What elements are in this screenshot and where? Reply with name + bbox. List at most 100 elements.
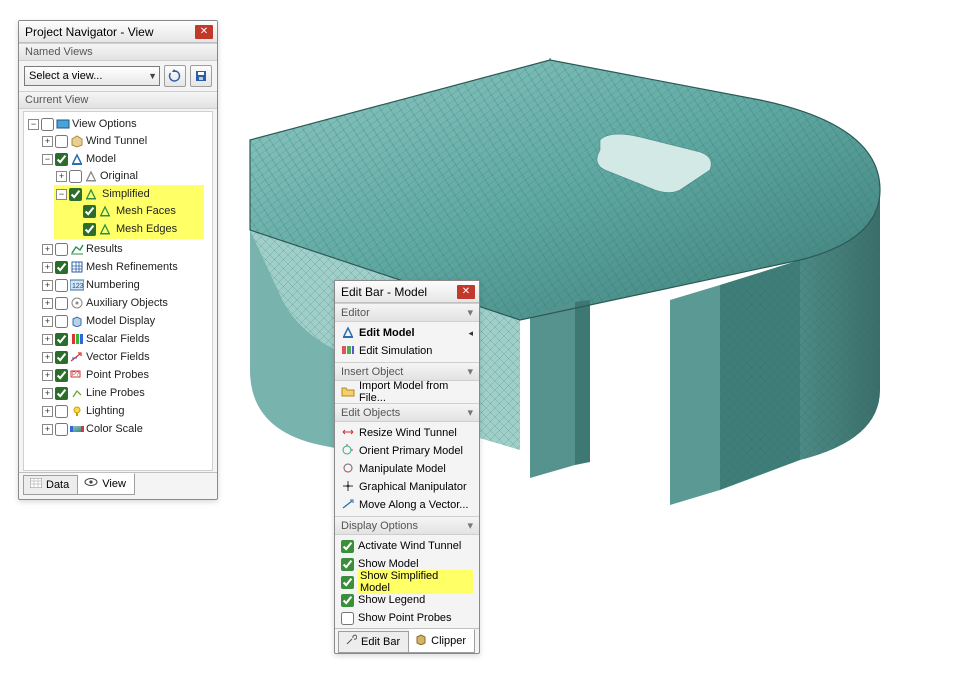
resize-wind-tunnel-item[interactable]: Resize Wind Tunnel [335, 424, 479, 442]
expander-icon[interactable]: + [42, 352, 53, 363]
item-label: Edit Simulation [359, 345, 432, 357]
editbar-titlebar[interactable]: Edit Bar - Model ✕ [335, 281, 479, 303]
point-probes-checkbox[interactable] [55, 369, 68, 382]
show-simplified-checkbox[interactable] [341, 576, 354, 589]
tab-label: Clipper [431, 635, 466, 647]
insert-header: Insert Object ▾ [335, 362, 479, 381]
orient-model-item[interactable]: Orient Primary Model [335, 442, 479, 460]
model-sub-icon [84, 187, 98, 201]
display-options-header: Display Options ▾ [335, 516, 479, 535]
close-icon[interactable]: ✕ [195, 25, 213, 39]
graphical-manipulator-item[interactable]: Graphical Manipulator [335, 478, 479, 496]
wind-tunnel-checkbox[interactable] [55, 135, 68, 148]
scalar-checkbox[interactable] [55, 333, 68, 346]
tools-icon [345, 634, 357, 649]
tab-label: Edit Bar [361, 636, 400, 648]
import-model-item[interactable]: Import Model from File... [335, 383, 479, 401]
expander-icon[interactable]: − [42, 154, 53, 165]
view-tree[interactable]: − View Options + Wind Tunnel [24, 115, 212, 439]
mesh-icon [98, 204, 112, 218]
manipulate-model-item[interactable]: Manipulate Model [335, 460, 479, 478]
show-model-checkbox[interactable] [341, 558, 354, 571]
simplified-checkbox[interactable] [69, 188, 82, 201]
color-scale-icon [70, 422, 84, 436]
expander-icon[interactable]: + [42, 280, 53, 291]
chevron-down-icon[interactable]: ▾ [467, 365, 473, 378]
line-probes-checkbox[interactable] [55, 387, 68, 400]
expander-icon[interactable]: + [42, 298, 53, 309]
mesh-edges-checkbox[interactable] [83, 223, 96, 236]
navigator-title: Project Navigator - View [25, 21, 154, 43]
show-simplified-model-item[interactable]: Show Simplified Model [335, 573, 479, 591]
expander-icon[interactable]: − [56, 189, 67, 200]
tree-label: View Options [72, 118, 137, 130]
expander-icon[interactable]: + [42, 424, 53, 435]
mesh-refine-checkbox[interactable] [55, 261, 68, 274]
expander-icon[interactable]: + [42, 388, 53, 399]
navigator-titlebar[interactable]: Project Navigator - View ✕ [19, 21, 217, 43]
mesh-faces-checkbox[interactable] [83, 205, 96, 218]
expander-icon[interactable]: + [42, 334, 53, 345]
chevron-down-icon[interactable]: ▾ [467, 406, 473, 419]
expander-icon[interactable]: + [42, 370, 53, 381]
named-views-header: Named Views [19, 43, 217, 61]
expander-icon[interactable]: + [42, 136, 53, 147]
expander-icon[interactable]: + [42, 316, 53, 327]
model-display-checkbox[interactable] [55, 315, 68, 328]
item-label: Activate Wind Tunnel [358, 540, 461, 552]
svg-text:P?: P? [72, 372, 80, 378]
resize-icon [341, 426, 355, 441]
results-checkbox[interactable] [55, 243, 68, 256]
show-legend-checkbox[interactable] [341, 594, 354, 607]
aux-objects-checkbox[interactable] [55, 297, 68, 310]
expander-icon[interactable]: + [42, 244, 53, 255]
model-checkbox[interactable] [55, 153, 68, 166]
color-scale-checkbox[interactable] [55, 423, 68, 436]
save-view-button[interactable] [190, 65, 212, 87]
chevron-down-icon[interactable]: ▾ [467, 519, 473, 532]
view-options-checkbox[interactable] [41, 118, 54, 131]
grid-icon [70, 260, 84, 274]
item-label: Show Model [358, 558, 419, 570]
show-point-probes-checkbox[interactable] [341, 612, 354, 625]
editbar-tabs: Edit Bar Clipper [335, 628, 479, 657]
tree-label: Numbering [86, 279, 140, 291]
view-select-combo[interactable]: Select a view... ▼ [24, 66, 160, 86]
original-checkbox[interactable] [69, 170, 82, 183]
model-sub-icon [84, 169, 98, 183]
tab-view[interactable]: View [78, 473, 135, 495]
chevron-down-icon[interactable]: ▾ [467, 306, 473, 319]
tab-edit-bar[interactable]: Edit Bar [338, 631, 409, 653]
lighting-checkbox[interactable] [55, 405, 68, 418]
expander-icon[interactable]: − [28, 119, 39, 130]
clipper-icon [415, 633, 427, 648]
indicator-icon: ◂ [468, 328, 473, 339]
show-point-probes-item[interactable]: Show Point Probes [335, 609, 479, 627]
manipulator-icon [341, 480, 355, 495]
vector-checkbox[interactable] [55, 351, 68, 364]
box-icon [70, 134, 84, 148]
numbering-checkbox[interactable] [55, 279, 68, 292]
expander-icon[interactable]: + [42, 406, 53, 417]
item-label: Edit Model [359, 327, 415, 339]
manipulate-icon [341, 462, 355, 477]
activate-wind-tunnel-item[interactable]: Activate Wind Tunnel [335, 537, 479, 555]
edit-model-item[interactable]: Edit Model ◂ [335, 324, 479, 342]
tab-data[interactable]: Data [23, 475, 78, 495]
vector-icon [70, 350, 84, 364]
tab-clipper[interactable]: Clipper [409, 629, 475, 653]
edit-simulation-item[interactable]: Edit Simulation [335, 342, 479, 360]
expander-icon[interactable]: + [42, 262, 53, 273]
viewport-3d[interactable] [180, 30, 950, 520]
refresh-view-button[interactable] [164, 65, 186, 87]
svg-text:123: 123 [72, 283, 84, 290]
results-icon [70, 242, 84, 256]
expander-icon[interactable]: + [56, 171, 67, 182]
tree-label: Mesh Faces [114, 205, 178, 217]
activate-checkbox[interactable] [341, 540, 354, 553]
eye-icon [84, 477, 98, 490]
tree-label: Color Scale [86, 423, 143, 435]
tab-label: View [102, 478, 126, 490]
close-icon[interactable]: ✕ [457, 285, 475, 299]
move-along-vector-item[interactable]: Move Along a Vector... [335, 496, 479, 514]
